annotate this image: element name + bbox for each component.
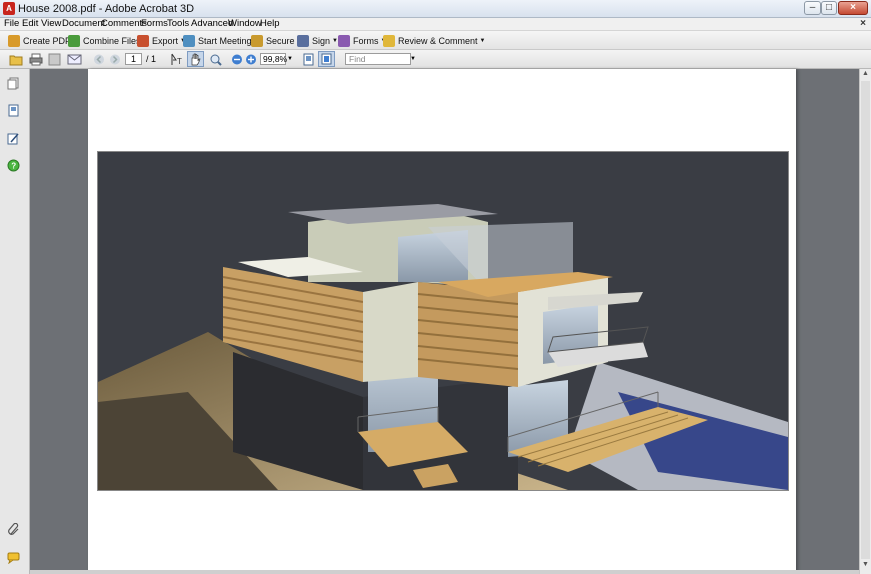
menu-tools[interactable]: Tools — [167, 18, 189, 30]
house-3d-model-image — [98, 204, 788, 490]
page-count: / 1 — [146, 54, 157, 64]
3d-model-viewport[interactable] — [97, 151, 789, 491]
horizontal-scrollbar[interactable] — [30, 570, 859, 574]
title-bar: A House 2008.pdf - Adobe Acrobat 3D – □ … — [0, 0, 871, 18]
lock-icon — [251, 34, 263, 47]
select-text-icon[interactable]: T — [170, 53, 184, 66]
forms-button[interactable]: Forms▼ — [338, 33, 386, 48]
minimize-button[interactable]: – — [804, 1, 821, 15]
menu-bar: File Edit View Document Comments Forms T… — [0, 18, 871, 31]
email-icon[interactable] — [67, 53, 82, 66]
menu-help[interactable]: Help — [260, 18, 280, 30]
scroll-track[interactable] — [861, 81, 870, 559]
chevron-down-icon: ▼ — [479, 37, 486, 44]
fit-page-icon[interactable] — [302, 53, 315, 66]
zoom-level-input[interactable]: 99,8% — [260, 53, 287, 65]
attachments-icon[interactable] — [7, 523, 20, 536]
bookmarks-icon[interactable] — [7, 104, 20, 117]
combine-files-icon — [68, 34, 80, 47]
pdf-icon: A — [3, 2, 15, 15]
start-meeting-button[interactable]: Start Meeting▼ — [183, 33, 259, 48]
zoom-in-icon[interactable] — [245, 53, 257, 66]
page-number-input[interactable]: 1 — [125, 53, 142, 65]
scroll-up-icon[interactable]: ▲ — [862, 70, 869, 77]
marquee-zoom-icon[interactable] — [209, 53, 223, 66]
svg-text:?: ? — [11, 162, 16, 171]
window-title: House 2008.pdf - Adobe Acrobat 3D — [18, 3, 195, 15]
export-button[interactable]: Export▼ — [137, 33, 186, 48]
previous-page-icon[interactable] — [93, 53, 105, 66]
svg-text:T: T — [177, 57, 182, 66]
maximize-button[interactable]: □ — [821, 1, 837, 15]
pdf-page — [88, 69, 796, 574]
print-icon[interactable] — [29, 53, 43, 66]
menu-forms[interactable]: Forms — [141, 18, 168, 30]
open-folder-icon[interactable] — [9, 53, 23, 66]
comments-icon[interactable] — [7, 551, 20, 564]
start-meeting-icon — [183, 34, 195, 47]
chevron-down-icon[interactable]: ▼ — [410, 53, 416, 65]
forms-icon — [338, 34, 350, 47]
scroll-down-icon[interactable]: ▼ — [862, 561, 869, 568]
close-window-button[interactable]: × — [838, 1, 868, 15]
navigation-toolbar: 1 / 1 T 99,8% ▼ Find ▼ — [0, 50, 871, 69]
navigation-pane: ? — [0, 69, 30, 574]
secure-button[interactable]: Secure▼ — [251, 33, 302, 48]
menu-window[interactable]: Window — [228, 18, 262, 30]
next-page-icon[interactable] — [109, 53, 121, 66]
pen-icon — [297, 34, 309, 47]
menu-edit[interactable]: Edit — [22, 18, 38, 30]
signatures-icon[interactable] — [7, 132, 20, 145]
hand-icon — [191, 53, 201, 66]
save-icon[interactable] — [48, 53, 62, 66]
pages-icon[interactable] — [7, 77, 20, 90]
tasks-toolbar: Create PDF▼ Combine Files▼ Export▼ Start… — [0, 31, 871, 50]
fit-width-icon — [321, 53, 332, 65]
chevron-down-icon[interactable]: ▼ — [287, 53, 293, 65]
sign-button[interactable]: Sign ▼ — [297, 33, 338, 48]
menu-file[interactable]: File — [4, 18, 19, 30]
find-input[interactable]: Find — [345, 53, 411, 65]
export-icon — [137, 34, 149, 47]
review-comment-icon — [383, 34, 395, 47]
close-document-button[interactable]: × — [860, 18, 866, 30]
document-area — [30, 69, 859, 574]
menu-document[interactable]: Document — [62, 18, 105, 30]
help-icon[interactable]: ? — [7, 159, 20, 172]
fit-width-button[interactable] — [318, 51, 335, 67]
zoom-out-icon[interactable] — [231, 53, 243, 66]
create-pdf-icon — [8, 34, 20, 47]
hand-tool-button[interactable] — [187, 51, 204, 67]
review-comment-button[interactable]: Review & Comment ▼ — [383, 33, 485, 48]
vertical-scrollbar[interactable]: ▲ ▼ — [859, 69, 871, 574]
menu-view[interactable]: View — [41, 18, 61, 30]
menu-advanced[interactable]: Advanced — [191, 18, 233, 30]
